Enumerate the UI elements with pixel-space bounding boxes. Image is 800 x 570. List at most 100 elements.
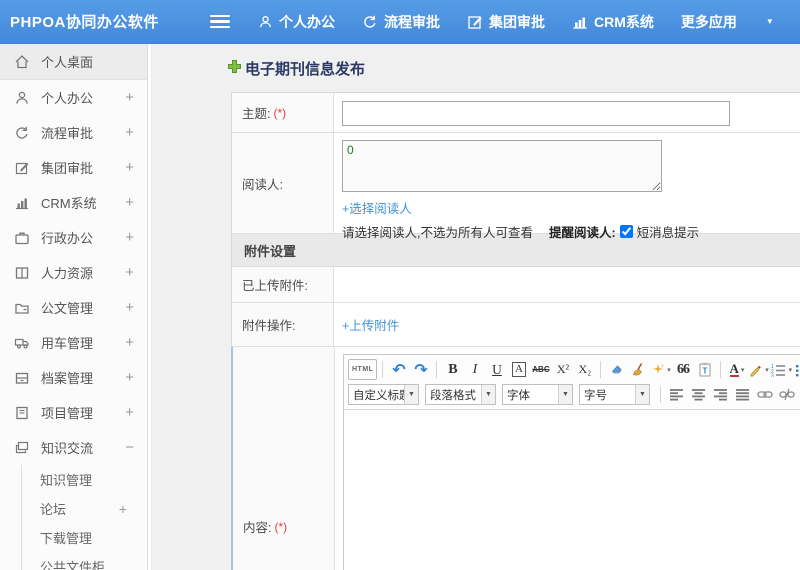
undo-icon[interactable]: ↶ (388, 359, 409, 380)
unordered-list-icon[interactable] (793, 359, 800, 380)
home-icon (14, 54, 30, 70)
custom-title-select[interactable]: 自定义标题 ▼ (348, 384, 419, 405)
sidebar-subitem-forum[interactable]: 论坛 + (22, 494, 147, 523)
highlight-color-icon[interactable]: ▾ (748, 359, 769, 380)
attachment-ops-label: 附件操作: (232, 303, 334, 346)
sms-notify-checkbox[interactable] (619, 225, 633, 238)
strikethrough-button[interactable]: ABC (530, 359, 551, 380)
superscript-button[interactable]: X² (552, 359, 573, 380)
paragraph-format-select[interactable]: 段落格式 ▼ (425, 384, 496, 405)
nav-more-apps[interactable]: 更多应用 (681, 12, 737, 32)
subscript-button[interactable]: X₂ (574, 359, 595, 380)
hamburger-menu-icon[interactable] (210, 14, 230, 29)
caret-down-icon: ▼ (404, 385, 418, 404)
workflow-icon (14, 125, 30, 141)
top-header: PHPOA协同办公软件 个人办公 流程审批 集团审批 CRM系统 更多应用 ▼ (0, 0, 800, 44)
required-mark: (*) (274, 519, 288, 534)
content-row: 内容: (*) HTML ↶ ↷ B I U A ABC X² X₂ ▾ 66 … (231, 347, 800, 570)
add-icon (227, 59, 242, 79)
layers-icon (14, 440, 30, 456)
user-icon (14, 90, 30, 106)
font-size-select[interactable]: 字号 ▼ (579, 384, 650, 405)
nav-crm-system[interactable]: CRM系统 (572, 12, 654, 32)
sms-notify-label: 短消息提示 (636, 226, 700, 240)
remind-readers-label: 提醒阅读人: (548, 226, 616, 240)
paste-text-icon[interactable]: T (694, 359, 715, 380)
font-color-button[interactable]: A ▾ (726, 359, 747, 380)
attachment-ops-row: 附件操作: +上传附件 (232, 303, 800, 347)
bold-button[interactable]: B (442, 359, 463, 380)
page-title-row: 电子期刊信息发布 (227, 58, 800, 79)
caret-down-icon: ▼ (635, 385, 649, 404)
align-center-icon[interactable] (688, 384, 709, 405)
eraser-icon[interactable] (606, 359, 627, 380)
upload-attachment-link[interactable]: +上传附件 (342, 315, 399, 334)
blockquote-button[interactable]: 66 (672, 359, 693, 380)
caret-down-icon: ▾ (765, 366, 769, 374)
sidebar-item-hr[interactable]: 人力资源 + (0, 255, 147, 290)
readers-textarea[interactable]: 0 (342, 140, 662, 192)
book-icon (14, 265, 30, 281)
nav-group-approval[interactable]: 集团审批 (467, 12, 545, 32)
svg-text:3: 3 (771, 373, 774, 377)
archive-icon (14, 370, 30, 386)
sidebar-item-desktop[interactable]: 个人桌面 (0, 44, 147, 80)
uploaded-attachments-row: 已上传附件: (232, 267, 800, 303)
main-content: 电子期刊信息发布 主题: (*) 阅读人: 0 +选择阅读人 请选择阅读人,不选… (152, 44, 800, 570)
align-justify-icon[interactable] (732, 384, 753, 405)
editor-content-area[interactable] (344, 410, 800, 570)
edit-icon (14, 160, 30, 176)
more-apps-dropdown[interactable]: ▼ (764, 17, 774, 26)
caret-down-icon: ▾ (788, 366, 792, 374)
subject-input[interactable] (342, 101, 730, 126)
sidebar-subitem-knowledge-mgmt[interactable]: 知识管理 (22, 465, 147, 494)
uploaded-attachments-value (334, 267, 800, 302)
sidebar-item-project-mgmt[interactable]: 项目管理 + (0, 395, 147, 430)
caret-down-icon: ▾ (740, 366, 745, 374)
edit-icon (467, 14, 483, 30)
sidebar-subitem-download-mgmt[interactable]: 下载管理 (22, 523, 147, 552)
caret-down-icon: ▼ (765, 17, 774, 26)
caret-down-icon: ▼ (558, 385, 572, 404)
sidebar-item-archive-mgmt[interactable]: 档案管理 + (0, 360, 147, 395)
app-logo[interactable]: PHPOA协同办公软件 (0, 11, 196, 32)
font-style-button[interactable]: A (511, 362, 526, 377)
ordered-list-icon[interactable]: 123 ▾ (770, 359, 792, 380)
bar-chart-icon (572, 14, 588, 30)
insert-link-icon[interactable] (754, 384, 775, 405)
required-mark: (*) (273, 105, 287, 120)
sidebar-item-admin-office[interactable]: 行政办公 + (0, 220, 147, 255)
format-brush-icon[interactable] (628, 359, 649, 380)
notebook-icon (14, 405, 30, 421)
font-family-select[interactable]: 字体 ▼ (502, 384, 573, 405)
underline-button[interactable]: U (486, 359, 507, 380)
nav-workflow-approval[interactable]: 流程审批 (362, 12, 440, 32)
remove-link-icon[interactable] (776, 384, 797, 405)
align-right-icon[interactable] (710, 384, 731, 405)
rich-text-editor: HTML ↶ ↷ B I U A ABC X² X₂ ▾ 66 T A ▾ ▾ … (343, 354, 800, 570)
subject-label: 主题: (*) (232, 93, 334, 132)
sidebar-item-personal-office[interactable]: 个人办公 + (0, 80, 147, 115)
select-readers-link[interactable]: +选择阅读人 (342, 202, 412, 216)
readers-row: 阅读人: 0 +选择阅读人 请选择阅读人,不选为所有人可查看 提醒阅读人: 短消… (232, 133, 800, 240)
sidebar-subitem-public-cabinet[interactable]: 公共文件柜 (22, 552, 147, 570)
toolbar-row-1: HTML ↶ ↷ B I U A ABC X² X₂ ▾ 66 T A ▾ ▾ … (348, 357, 800, 382)
redo-icon[interactable]: ↷ (410, 359, 431, 380)
editor-toolbar: HTML ↶ ↷ B I U A ABC X² X₂ ▾ 66 T A ▾ ▾ … (344, 355, 800, 410)
html-source-button[interactable]: HTML (348, 359, 378, 380)
caret-down-icon: ▾ (667, 366, 671, 374)
sidebar-item-vehicle-mgmt[interactable]: 用车管理 + (0, 325, 147, 360)
sidebar-item-workflow[interactable]: 流程审批 + (0, 115, 147, 150)
sidebar-item-crm[interactable]: CRM系统 + (0, 185, 147, 220)
subject-row: 主题: (*) (232, 93, 800, 133)
bar-chart-icon (14, 195, 30, 211)
auto-typeset-wand-icon[interactable]: ▾ (650, 359, 671, 380)
uploaded-attachments-label: 已上传附件: (232, 267, 334, 302)
align-left-icon[interactable] (666, 384, 687, 405)
sidebar-item-group-approval[interactable]: 集团审批 + (0, 150, 147, 185)
content-label: 内容: (*) (233, 347, 335, 570)
nav-personal-office[interactable]: 个人办公 (258, 12, 335, 32)
italic-button[interactable]: I (464, 359, 485, 380)
sidebar-item-knowledge[interactable]: 知识交流 − (0, 430, 147, 465)
sidebar-item-document-mgmt[interactable]: 公文管理 + (0, 290, 147, 325)
